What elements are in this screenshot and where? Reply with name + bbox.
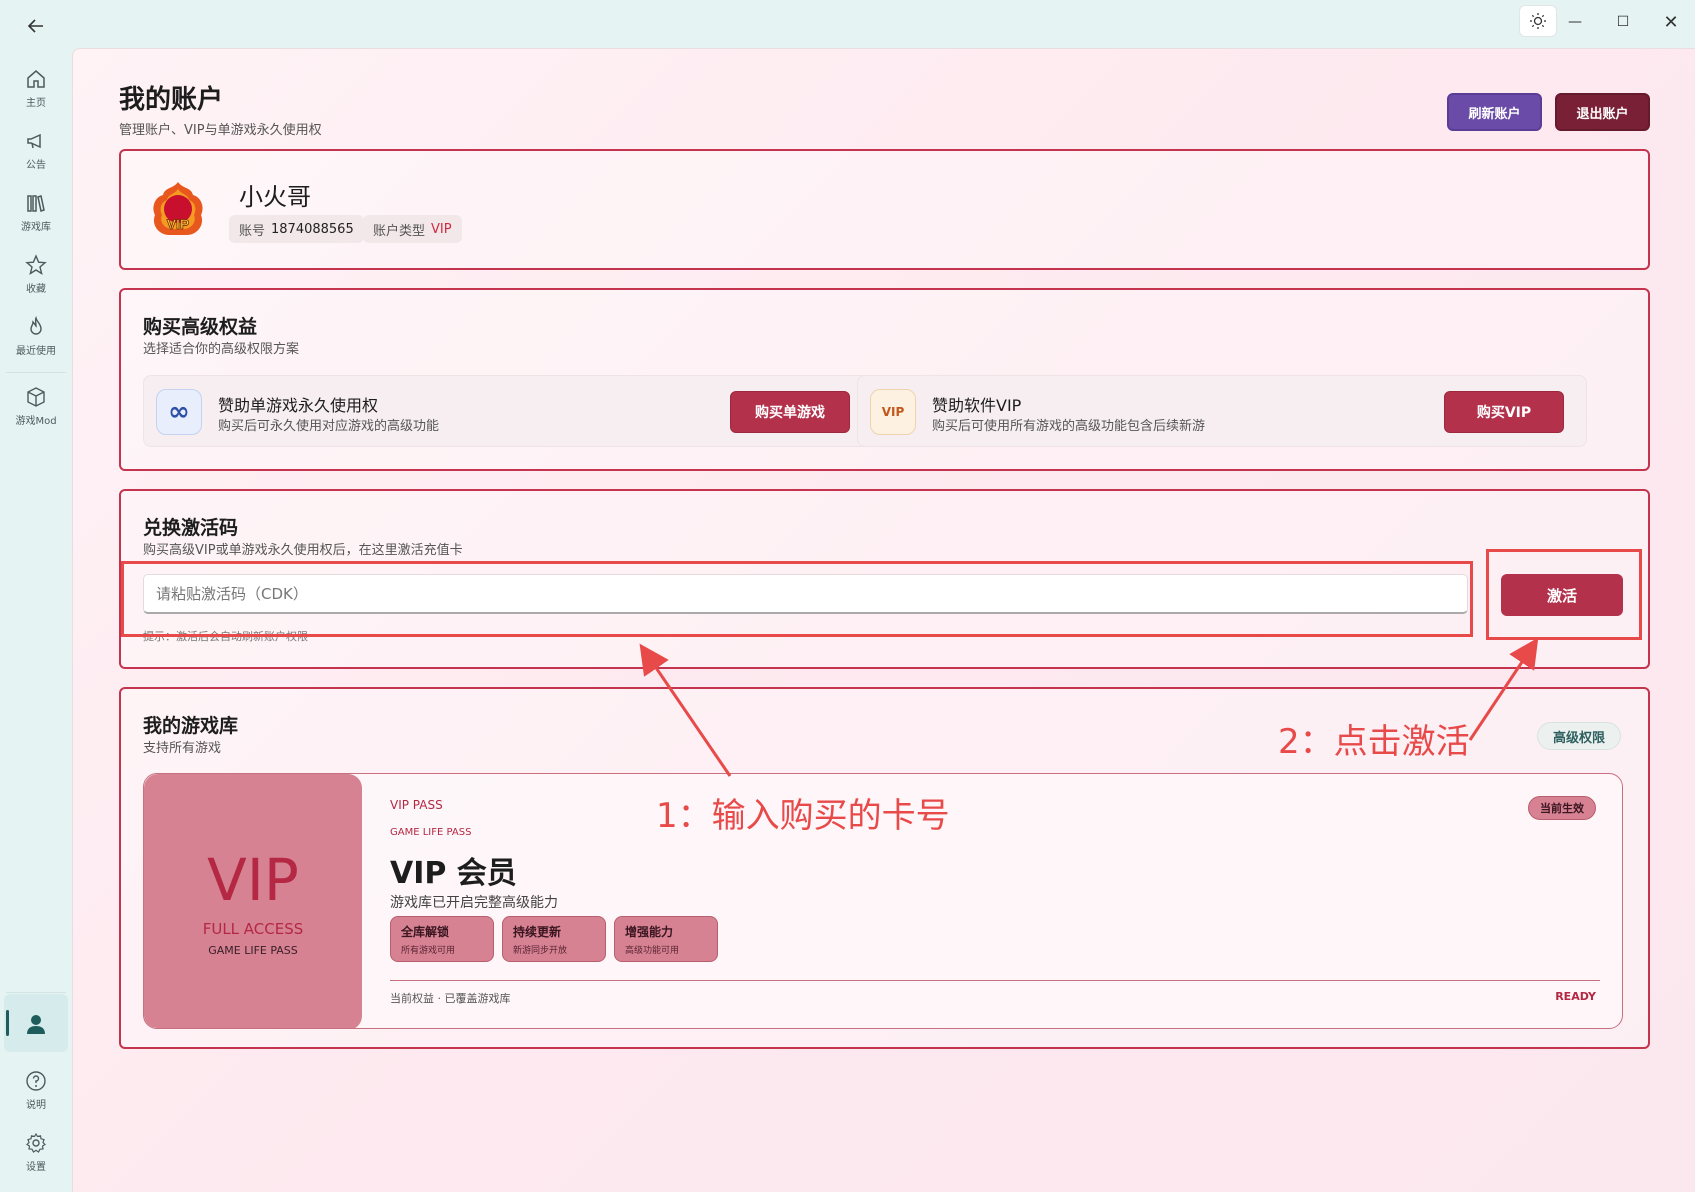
arrow-to-activate [1468, 637, 1539, 741]
annotation-step1: 1：输入购买的卡号 [656, 796, 950, 836]
annotation-step2: 2：点击激活 [1278, 722, 1470, 762]
annotation-arrows [639, 637, 1539, 777]
arrow-to-input [639, 643, 732, 777]
